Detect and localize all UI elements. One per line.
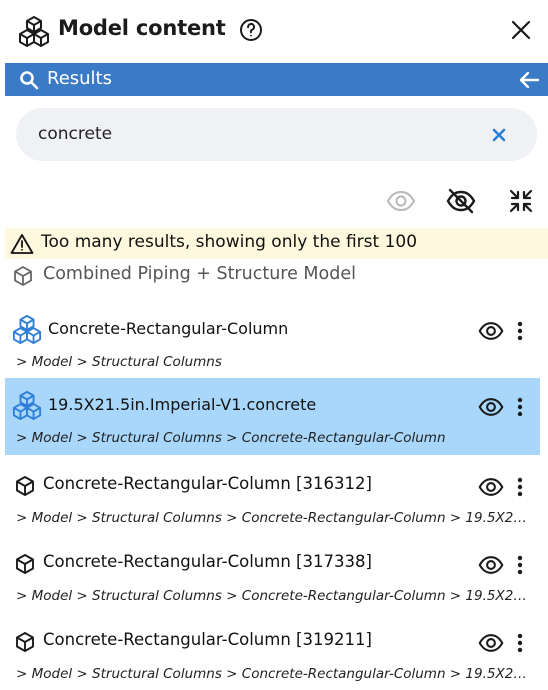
- result-title: Concrete-Rectangular-Column [316312]: [43, 474, 372, 493]
- result-item[interactable]: Concrete-Rectangular-Column [316312] > M…: [5, 458, 540, 535]
- cube-outline-icon: [14, 631, 36, 653]
- eye-icon[interactable]: [478, 474, 504, 500]
- result-path: > Model > Structural Columns > Concrete-…: [16, 666, 529, 682]
- warning-banner: Too many results, showing only the first…: [5, 228, 548, 259]
- cube-outline-icon: [14, 475, 36, 497]
- panel-title: Model content: [58, 16, 226, 40]
- result-title: Concrete-Rectangular-Column [317338]: [43, 552, 372, 571]
- model-root-label: Combined Piping + Structure Model: [43, 264, 356, 284]
- more-vertical-icon[interactable]: [510, 474, 530, 500]
- warning-triangle-icon: [10, 233, 34, 255]
- more-vertical-icon[interactable]: [510, 394, 530, 420]
- cube-outline-icon: [14, 553, 36, 575]
- result-item[interactable]: Concrete-Rectangular-Column [319211] > M…: [5, 614, 540, 690]
- clear-x-icon[interactable]: [490, 126, 508, 144]
- more-vertical-icon[interactable]: [510, 552, 530, 578]
- more-vertical-icon[interactable]: [510, 630, 530, 656]
- results-bar: Results: [5, 63, 548, 96]
- result-path: > Model > Structural Columns > Concrete-…: [16, 510, 529, 526]
- eye-icon[interactable]: [478, 394, 504, 420]
- result-item-selected[interactable]: 19.5X21.5in.Imperial-V1.concrete > Model…: [5, 378, 540, 455]
- eye-icon[interactable]: [386, 186, 416, 216]
- eye-icon[interactable]: [478, 552, 504, 578]
- close-icon[interactable]: [509, 18, 533, 42]
- result-path: > Model > Structural Columns: [16, 354, 222, 370]
- eye-off-icon[interactable]: [446, 186, 476, 216]
- search-input[interactable]: concrete: [16, 108, 537, 161]
- result-title: 19.5X21.5in.Imperial-V1.concrete: [48, 395, 317, 414]
- model-root-item[interactable]: Combined Piping + Structure Model: [12, 263, 542, 289]
- result-path: > Model > Structural Columns > Concrete-…: [16, 588, 529, 604]
- arrow-left-icon[interactable]: [518, 69, 540, 91]
- results-label: Results: [47, 68, 112, 89]
- cubes-blue-icon: [12, 314, 42, 344]
- eye-icon[interactable]: [478, 318, 504, 344]
- cubes-icon: [18, 15, 50, 47]
- warning-text: Too many results, showing only the first…: [41, 232, 418, 252]
- cube-outline-icon: [12, 265, 34, 287]
- result-item[interactable]: Concrete-Rectangular-Column > Model > St…: [5, 302, 540, 379]
- result-title: Concrete-Rectangular-Column [319211]: [43, 630, 372, 649]
- collapse-arrows-icon[interactable]: [506, 186, 536, 216]
- panel-header: Model content: [0, 0, 548, 62]
- cubes-blue-icon: [12, 390, 42, 420]
- result-item[interactable]: Concrete-Rectangular-Column [317338] > M…: [5, 536, 540, 613]
- search-icon: [19, 70, 39, 90]
- result-title: Concrete-Rectangular-Column: [48, 319, 289, 338]
- help-circle-icon[interactable]: [239, 18, 263, 42]
- result-path: > Model > Structural Columns > Concrete-…: [16, 430, 446, 446]
- search-input-value[interactable]: concrete: [38, 124, 112, 144]
- more-vertical-icon[interactable]: [510, 318, 530, 344]
- eye-icon[interactable]: [478, 630, 504, 656]
